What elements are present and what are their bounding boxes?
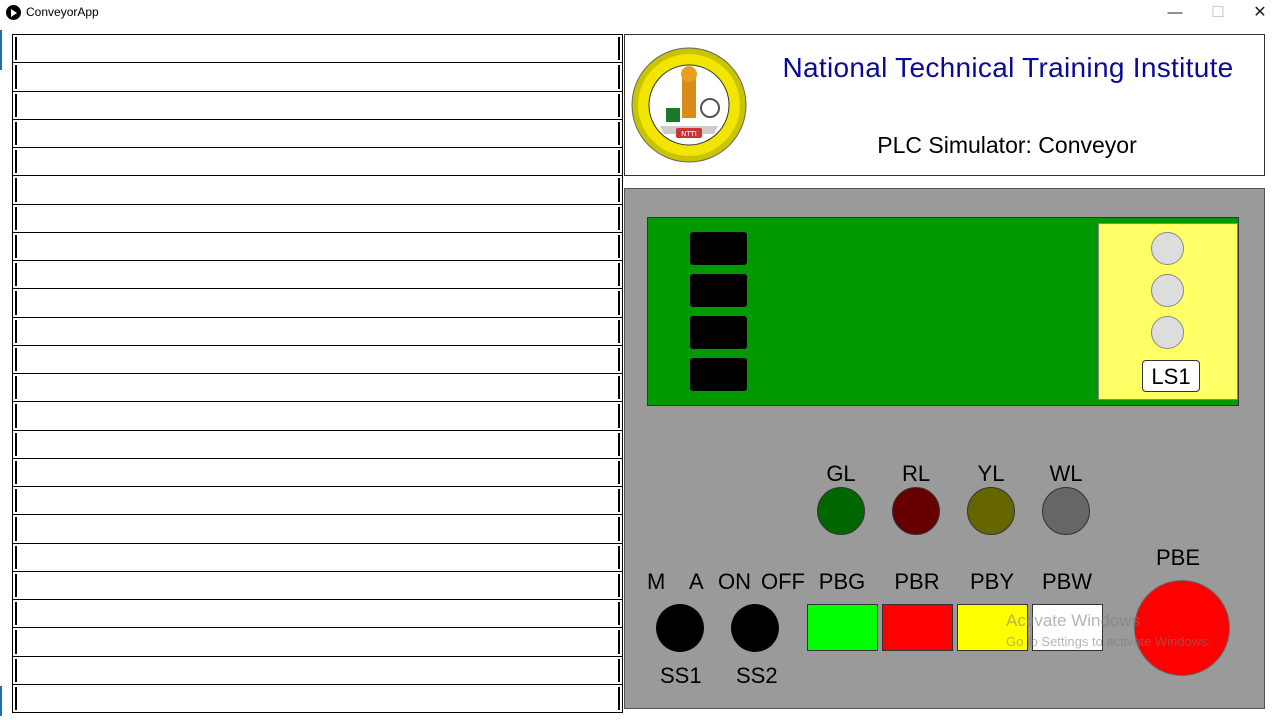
ls-indicator [1151, 274, 1184, 307]
sensor-block [690, 316, 747, 349]
ss2-right-label: OFF [761, 569, 805, 594]
ls-indicator [1151, 316, 1184, 349]
ladder-rung[interactable] [12, 231, 623, 261]
ladder-rung[interactable] [12, 486, 623, 516]
ss1-right-label: A [689, 569, 704, 594]
ladder-rung[interactable] [12, 147, 623, 177]
lamp-label-wl: WL [1049, 461, 1083, 486]
ladder-rung[interactable] [12, 542, 623, 572]
sensor-block [690, 358, 747, 391]
ss2-selector-switch[interactable] [731, 604, 779, 652]
pb-label-pbg: PBG [818, 569, 866, 594]
ss1-label: SS1 [660, 663, 702, 688]
ladder-rung[interactable] [12, 203, 623, 233]
lamp-label-gl: GL [826, 461, 856, 486]
ladder-rung[interactable] [12, 655, 623, 685]
ladder-rung[interactable] [12, 429, 623, 459]
ladder-rung[interactable] [12, 316, 623, 346]
activation-watermark-text: Go to Settings to activate Windows. [1006, 634, 1212, 649]
pb-label-pbw: PBW [1041, 569, 1093, 594]
institute-logo: NTTI [630, 46, 748, 164]
lamp-label-rl: RL [901, 461, 931, 486]
red-push-button[interactable] [882, 604, 953, 651]
green-lamp [817, 487, 865, 535]
institute-name: National Technical Training Institute [782, 52, 1234, 83]
simulator-title: PLC Simulator: Conveyor [877, 132, 1137, 158]
minimize-button[interactable]: — [1154, 0, 1196, 26]
yellow-lamp [967, 487, 1015, 535]
ladder-rung[interactable] [12, 683, 623, 713]
ladder-rung[interactable] [12, 570, 623, 600]
window-title: ConveyorApp [26, 5, 99, 19]
ladder-rung[interactable] [12, 175, 623, 205]
ladder-rung[interactable] [12, 90, 623, 120]
app-icon [6, 5, 21, 20]
ladder-rung[interactable] [12, 599, 623, 629]
ladder-rung[interactable] [12, 344, 623, 374]
maximize-button[interactable]: ☐ [1197, 0, 1239, 26]
logo-text: NTTI [681, 130, 697, 138]
white-lamp [1042, 487, 1090, 535]
desktop-edge [0, 686, 2, 716]
sensor-block [690, 274, 747, 307]
sensor-block [690, 232, 747, 265]
ss2-left-label: ON [718, 569, 751, 594]
red-lamp [892, 487, 940, 535]
ladder-rung[interactable] [12, 260, 623, 290]
ladder-rung[interactable] [12, 288, 623, 318]
title-bar [0, 0, 1280, 26]
close-button[interactable]: ✕ [1239, 0, 1280, 26]
green-push-button[interactable] [807, 604, 878, 651]
ladder-rung[interactable] [12, 373, 623, 403]
desktop-edge [0, 30, 2, 70]
ladder-rung[interactable] [12, 62, 623, 92]
activation-watermark-title: Activate Windows [1006, 611, 1141, 630]
ladder-rung[interactable] [12, 627, 623, 657]
ladder-rung[interactable] [12, 457, 623, 487]
ls-indicator [1151, 232, 1184, 265]
emergency-stop-button[interactable] [1134, 580, 1230, 676]
ss1-selector-switch[interactable] [656, 604, 704, 652]
ladder-rung[interactable] [12, 34, 623, 64]
pb-label-pbr: PBR [894, 569, 940, 594]
ladder-rung[interactable] [12, 514, 623, 544]
ls1-button[interactable]: LS1 [1142, 360, 1200, 392]
ladder-rung-list [12, 34, 623, 713]
ss2-label: SS2 [736, 663, 778, 688]
ladder-rung[interactable] [12, 118, 623, 148]
lamp-label-yl: YL [977, 461, 1005, 486]
pbe-label: PBE [1155, 545, 1201, 570]
pb-label-pby: PBY [969, 569, 1015, 594]
ladder-rung[interactable] [12, 401, 623, 431]
ss1-left-label: M [647, 569, 666, 594]
